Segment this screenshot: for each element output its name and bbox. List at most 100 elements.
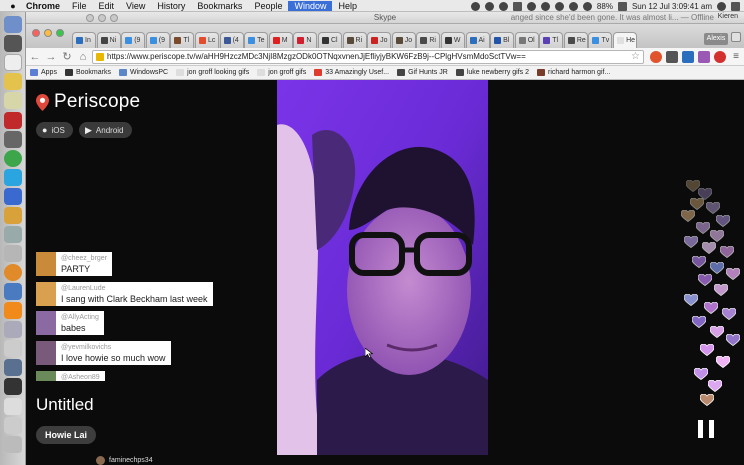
avatar[interactable] bbox=[36, 371, 56, 381]
documents-stack-icon[interactable] bbox=[4, 398, 22, 415]
forward-icon[interactable]: → bbox=[44, 50, 58, 64]
comment-username[interactable]: @LaurenLude bbox=[61, 284, 208, 293]
bookmark-item[interactable]: jon groff looking gifs bbox=[176, 69, 249, 76]
menu-clock[interactable]: Sun 12 Jul 3:09:41 am bbox=[632, 2, 712, 11]
browser-tab[interactable]: He bbox=[613, 32, 638, 48]
menu-bookmarks[interactable]: Bookmarks bbox=[191, 1, 248, 11]
extension-icon[interactable] bbox=[698, 51, 710, 63]
extension-icon[interactable] bbox=[650, 51, 662, 63]
bookmark-item[interactable]: Gif Hunts JR bbox=[397, 69, 448, 76]
browser-tab[interactable]: Ol bbox=[514, 32, 539, 48]
battery-percent[interactable]: 88% bbox=[597, 2, 613, 11]
menu-icon[interactable]: ≡ bbox=[730, 51, 742, 63]
back-icon[interactable]: ← bbox=[28, 50, 42, 64]
volume-icon[interactable] bbox=[582, 1, 592, 11]
bluetooth-icon[interactable] bbox=[554, 1, 564, 11]
app-icon[interactable] bbox=[4, 359, 22, 376]
menu-app-name[interactable]: Chrome bbox=[20, 1, 66, 11]
app-store-icon[interactable] bbox=[4, 188, 22, 205]
minimize-icon[interactable] bbox=[44, 29, 52, 37]
finder-icon[interactable] bbox=[4, 16, 22, 33]
browser-tab[interactable]: Ri bbox=[416, 32, 441, 48]
browser-tab[interactable]: Tl bbox=[539, 32, 564, 48]
browser-tab[interactable]: In bbox=[72, 32, 96, 48]
browser-tab[interactable]: Cl bbox=[317, 32, 342, 48]
notification-center-icon[interactable] bbox=[731, 1, 740, 11]
zoom-icon[interactable] bbox=[56, 29, 64, 37]
vlc-icon[interactable] bbox=[4, 302, 22, 319]
browser-tab[interactable]: Lc bbox=[194, 32, 219, 48]
comment-item[interactable]: @Asheon89 bbox=[36, 371, 105, 381]
tray-record-icon[interactable] bbox=[484, 1, 494, 11]
tray-app-icon[interactable] bbox=[470, 1, 480, 11]
app-icon[interactable] bbox=[4, 378, 22, 395]
photo-booth-icon[interactable] bbox=[4, 112, 22, 129]
avatar[interactable] bbox=[36, 341, 56, 365]
chrome-icon[interactable] bbox=[4, 150, 22, 167]
home-icon[interactable]: ⌂ bbox=[76, 50, 90, 64]
tray-lastpass-icon[interactable] bbox=[526, 1, 536, 11]
avatar[interactable] bbox=[36, 252, 56, 276]
browser-tab[interactable]: Ri bbox=[342, 32, 367, 48]
bookmark-item[interactable]: Bookmarks bbox=[64, 69, 111, 76]
downloads-stack-icon[interactable] bbox=[4, 417, 22, 434]
bookmark-item[interactable]: 33 Amazingly Usef... bbox=[314, 69, 389, 76]
comment-item[interactable]: @yevmilkovichs I love howie so much wow bbox=[36, 341, 171, 365]
browser-tab[interactable]: Ni bbox=[96, 32, 121, 48]
browser-tab[interactable]: Te bbox=[244, 32, 269, 48]
skype-user-name[interactable]: Kieren bbox=[718, 13, 738, 20]
calendar-icon[interactable] bbox=[4, 54, 22, 71]
bookmark-item[interactable]: luke newberry gifs 2 bbox=[455, 69, 529, 76]
spotlight-icon[interactable] bbox=[717, 1, 726, 11]
avatar[interactable] bbox=[36, 282, 56, 306]
skype-icon[interactable] bbox=[4, 169, 22, 186]
skype-contact[interactable]: faminechps34 bbox=[96, 456, 153, 465]
tray-skype-icon[interactable] bbox=[498, 1, 508, 11]
live-video[interactable] bbox=[277, 80, 488, 455]
pages-icon[interactable] bbox=[4, 207, 22, 224]
browser-tab[interactable]: Jo bbox=[391, 32, 416, 48]
browser-tab[interactable]: W bbox=[440, 32, 465, 48]
browser-tab[interactable]: Tv bbox=[588, 32, 613, 48]
app-icon[interactable] bbox=[4, 131, 22, 148]
browser-tab[interactable]: N bbox=[293, 32, 318, 48]
menu-window[interactable]: Window bbox=[288, 0, 333, 11]
ios-download-button[interactable]: ● iOS bbox=[36, 122, 73, 138]
tray-timemachine-icon[interactable] bbox=[540, 1, 550, 11]
notes-icon[interactable] bbox=[4, 73, 22, 90]
mail-icon[interactable] bbox=[4, 283, 22, 300]
browser-tab[interactable]: Jo bbox=[367, 32, 392, 48]
preview-icon[interactable] bbox=[4, 226, 22, 243]
pause-button[interactable] bbox=[698, 420, 716, 438]
browser-tab[interactable]: (9 bbox=[121, 32, 146, 48]
extension-icon[interactable] bbox=[666, 51, 678, 63]
comment-username[interactable]: @cheez_brger bbox=[61, 254, 107, 263]
extension-icon[interactable] bbox=[714, 51, 726, 63]
comment-username[interactable]: @Asheon89 bbox=[61, 373, 100, 381]
menu-edit[interactable]: Edit bbox=[93, 1, 121, 11]
android-download-button[interactable]: ▶ Android bbox=[79, 122, 132, 138]
menu-history[interactable]: History bbox=[151, 1, 191, 11]
comment-item[interactable]: @AllyActing babes bbox=[36, 311, 104, 335]
trash-icon[interactable] bbox=[4, 436, 22, 453]
browser-tab[interactable]: (9 bbox=[145, 32, 170, 48]
comment-username[interactable]: @AllyActing bbox=[61, 313, 99, 322]
menu-help[interactable]: Help bbox=[332, 1, 363, 11]
bookmark-item[interactable]: WindowsPC bbox=[118, 69, 168, 76]
profile-button[interactable]: Alexis bbox=[704, 33, 728, 45]
browser-tab[interactable]: (4 bbox=[219, 32, 244, 48]
extension-icon[interactable] bbox=[682, 51, 694, 63]
browser-tab[interactable]: Bl bbox=[490, 32, 515, 48]
wifi-icon[interactable] bbox=[568, 1, 578, 11]
bookmark-item[interactable]: Apps bbox=[30, 69, 57, 76]
avatar[interactable] bbox=[36, 311, 56, 335]
bookmark-item[interactable]: richard harmon gif... bbox=[537, 69, 610, 76]
close-icon[interactable] bbox=[32, 29, 40, 37]
host-button[interactable]: Howie Lai bbox=[36, 426, 97, 444]
launchpad-icon[interactable] bbox=[4, 35, 22, 52]
app-icon[interactable] bbox=[4, 340, 22, 357]
bookmark-star-icon[interactable]: ☆ bbox=[631, 51, 640, 63]
spotlight-app-icon[interactable] bbox=[4, 321, 22, 338]
menu-view[interactable]: View bbox=[120, 1, 151, 11]
comment-username[interactable]: @yevmilkovichs bbox=[61, 343, 166, 352]
